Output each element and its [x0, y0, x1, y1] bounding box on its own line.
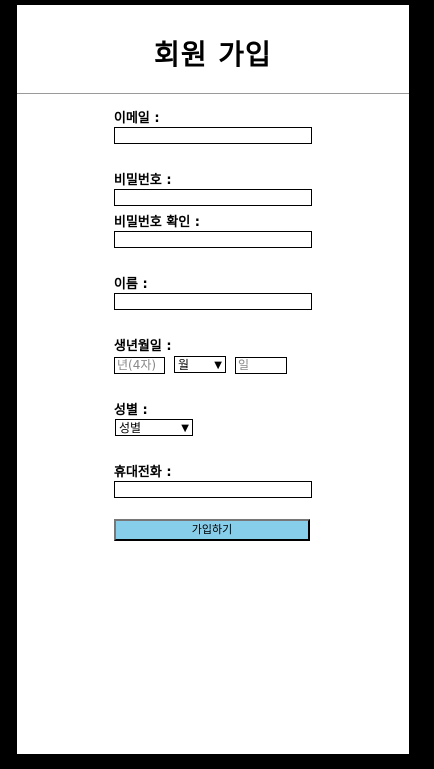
birth-label: 생년월일 :: [114, 339, 172, 354]
chevron-down-icon: ▼: [214, 360, 222, 371]
gender-select[interactable]: 성별 ▼: [115, 419, 193, 436]
password-label: 비밀번호 :: [114, 173, 172, 188]
chevron-down-icon: ▼: [181, 423, 189, 434]
phone-field[interactable]: [114, 481, 312, 498]
gender-label: 성별 :: [114, 403, 148, 418]
birth-year-field[interactable]: 년(4자): [114, 357, 165, 374]
phone-label: 휴대전화 :: [114, 465, 172, 480]
email-field[interactable]: [114, 127, 312, 144]
email-label: 이메일 :: [114, 111, 160, 126]
password-field[interactable]: [114, 189, 312, 206]
birth-month-select[interactable]: 월 ▼: [174, 356, 226, 373]
name-field[interactable]: [114, 293, 312, 310]
password-confirm-field[interactable]: [114, 231, 312, 248]
signup-submit-button[interactable]: 가입하기: [114, 519, 310, 541]
gender-value: 성별: [119, 421, 142, 435]
name-label: 이름 :: [114, 277, 148, 292]
signup-page: 회원 가입 이메일 : 비밀번호 : 비밀번호 확인 : 이름 : 생년월일 :…: [17, 5, 409, 754]
birth-day-field[interactable]: 일: [235, 357, 287, 374]
password-confirm-label: 비밀번호 확인 :: [114, 215, 201, 230]
header-divider: [17, 93, 409, 94]
page-title: 회원 가입: [154, 38, 272, 71]
birth-month-value: 월: [178, 358, 190, 372]
